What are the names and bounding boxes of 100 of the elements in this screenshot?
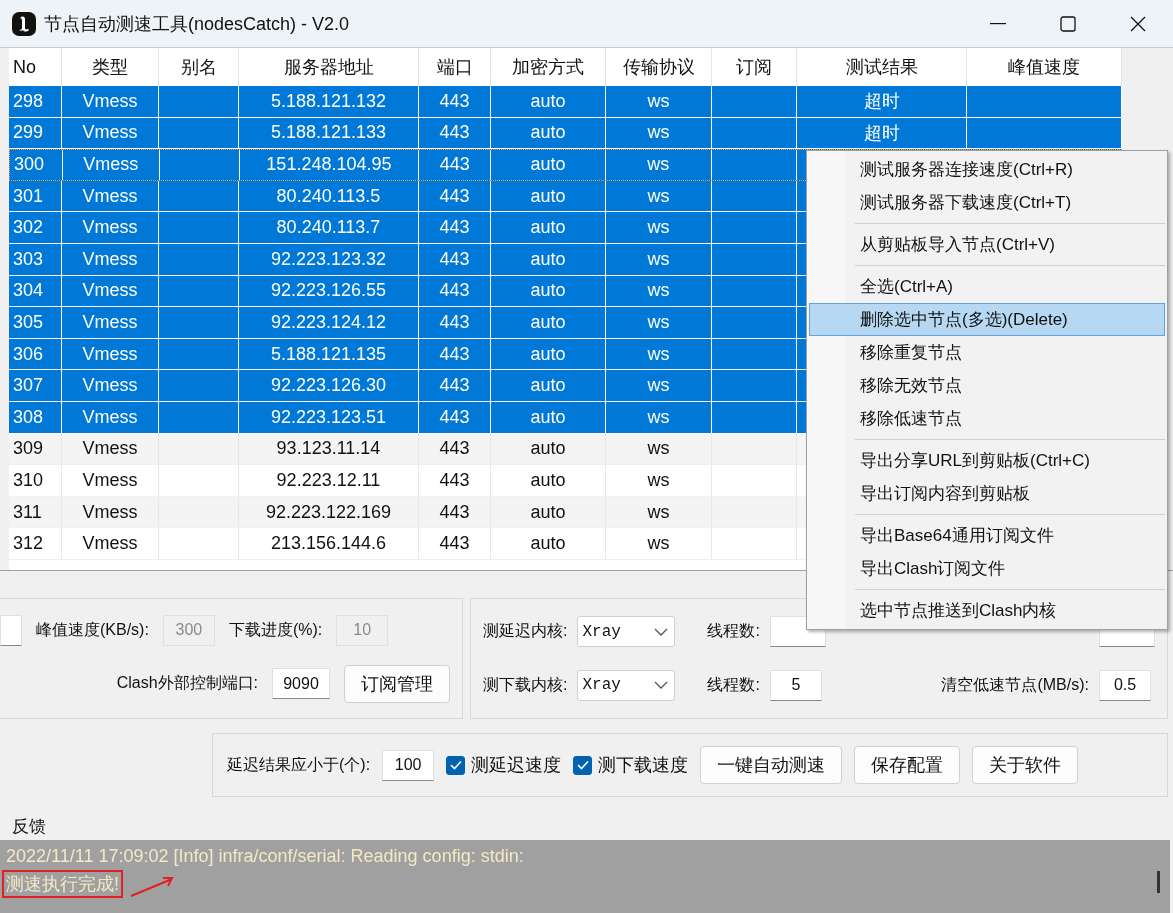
table-cell: Vmess bbox=[62, 496, 159, 528]
section-title: 反馈 bbox=[12, 816, 46, 838]
table-cell: Vmess bbox=[62, 338, 159, 370]
table-cell: 80.240.113.7 bbox=[239, 212, 419, 243]
table-cell: auto bbox=[491, 496, 606, 528]
table-cell: auto bbox=[491, 433, 606, 465]
table-cell: 311 bbox=[9, 496, 62, 528]
field-label: 线程数: bbox=[707, 674, 760, 695]
table-cell: 92.223.126.55 bbox=[239, 275, 419, 307]
table-cell: auto bbox=[491, 212, 606, 243]
field-label: 测下载内核: bbox=[483, 674, 568, 695]
table-cell: Vmess bbox=[62, 86, 159, 117]
table-cell: 超时 bbox=[797, 117, 967, 149]
table-cell: auto bbox=[491, 180, 606, 212]
table-cell: 298 bbox=[9, 86, 62, 117]
table-cell: Vmess bbox=[62, 150, 160, 180]
table-cell: 443 bbox=[419, 307, 491, 338]
table-cell: 443 bbox=[419, 86, 491, 117]
table-cell: ws bbox=[606, 243, 712, 275]
table-cell: ws bbox=[606, 86, 712, 117]
table-cell: 超时 bbox=[797, 86, 967, 117]
table-cell: Vmess bbox=[62, 117, 159, 149]
table-cell: Vmess bbox=[62, 401, 159, 433]
table-cell: 443 bbox=[419, 370, 491, 401]
table-cell: ws bbox=[606, 307, 712, 338]
window-title: 节点自动测速工具(nodesCatch) - V2.0 bbox=[44, 12, 351, 36]
table-cell: 443 bbox=[419, 212, 491, 243]
table-cell: ws bbox=[606, 528, 712, 559]
table-cell: ws bbox=[606, 433, 712, 465]
table-cell: 443 bbox=[419, 401, 491, 433]
table-cell: Vmess bbox=[62, 465, 159, 496]
table-cell: 92.223.12.11 bbox=[239, 465, 419, 496]
table-cell: Vmess bbox=[62, 307, 159, 338]
table-cell: ws bbox=[606, 370, 712, 401]
table-cell: auto bbox=[491, 275, 606, 307]
table-cell: 92.223.123.51 bbox=[239, 401, 419, 433]
table-cell: Vmess bbox=[62, 212, 159, 243]
table-cell: ws bbox=[606, 212, 712, 243]
table-cell: 312 bbox=[9, 528, 62, 559]
table-cell: ws bbox=[605, 150, 712, 180]
table-cell: auto bbox=[491, 243, 606, 275]
table-cell: ws bbox=[606, 117, 712, 149]
table-cell: ws bbox=[606, 465, 712, 496]
log-line: 2022/11/11 17:09:02 [Info] infra/conf/serial: Reading config: stdin: bbox=[5, 845, 525, 868]
table-cell: 443 bbox=[419, 465, 491, 496]
table-cell: 443 bbox=[419, 338, 491, 370]
table-cell: auto bbox=[491, 338, 606, 370]
table-cell: 300 bbox=[10, 150, 63, 180]
table-cell: auto bbox=[491, 465, 606, 496]
table-cell: 306 bbox=[9, 338, 62, 370]
table-cell: auto bbox=[491, 117, 606, 149]
table-cell: auto bbox=[491, 370, 606, 401]
table-cell: ws bbox=[606, 401, 712, 433]
table-cell: 443 bbox=[419, 275, 491, 307]
table-cell: Vmess bbox=[62, 433, 159, 465]
table-cell: 92.223.123.32 bbox=[239, 243, 419, 275]
table-cell: 5.188.121.133 bbox=[239, 117, 419, 149]
field-label: 清空低速节点(MB/s): bbox=[941, 674, 1089, 695]
table-cell: 307 bbox=[9, 370, 62, 401]
table-cell: 443 bbox=[419, 180, 491, 212]
table-cell: auto bbox=[491, 86, 606, 117]
table-cell: 443 bbox=[419, 433, 491, 465]
table-cell: 301 bbox=[9, 180, 62, 212]
table-cell: Vmess bbox=[62, 243, 159, 275]
table-cell: Vmess bbox=[62, 370, 159, 401]
table-cell: 92.223.124.12 bbox=[239, 307, 419, 338]
field-label: 峰值速度(KB/s): bbox=[36, 619, 149, 640]
table-cell: 302 bbox=[9, 212, 62, 243]
table-cell: 308 bbox=[9, 401, 62, 433]
table-cell: ws bbox=[606, 275, 712, 307]
field-label: 下载进度(%): bbox=[228, 619, 323, 640]
table-cell: 93.123.11.14 bbox=[239, 433, 419, 465]
table-cell: 305 bbox=[9, 307, 62, 338]
table-cell: ws bbox=[606, 338, 712, 370]
table-cell: Vmess bbox=[62, 180, 159, 212]
table-cell: 5.188.121.135 bbox=[239, 338, 419, 370]
table-cell: ws bbox=[606, 180, 712, 212]
field-label: 测延迟内核: bbox=[483, 621, 568, 642]
table-cell: 443 bbox=[419, 117, 491, 149]
table-cell: auto bbox=[491, 307, 606, 338]
table-cell: Vmess bbox=[62, 528, 159, 559]
table-cell: 303 bbox=[9, 243, 62, 275]
table-cell: 213.156.144.6 bbox=[239, 528, 419, 559]
table-cell: 80.240.113.5 bbox=[239, 180, 419, 212]
field-label: 线程数: bbox=[707, 621, 760, 642]
table-cell: 151.248.104.95 bbox=[239, 150, 420, 180]
table-cell: Vmess bbox=[62, 275, 159, 307]
table-cell: 5.188.121.132 bbox=[239, 86, 419, 117]
table-cell: ws bbox=[606, 496, 712, 528]
field-label: 延迟结果应小于(个): bbox=[227, 754, 371, 775]
table-cell: 92.223.126.30 bbox=[239, 370, 419, 401]
table-cell: 299 bbox=[9, 117, 62, 149]
table-cell: 92.223.122.169 bbox=[239, 496, 419, 528]
table-cell: auto bbox=[491, 150, 606, 180]
table-cell: 309 bbox=[9, 433, 62, 465]
table-cell: 310 bbox=[9, 465, 62, 496]
table-cell: 443 bbox=[419, 528, 491, 559]
table-cell: auto bbox=[491, 528, 606, 559]
field-label: Clash外部控制端口: bbox=[116, 673, 258, 693]
table-cell: 304 bbox=[9, 275, 62, 307]
